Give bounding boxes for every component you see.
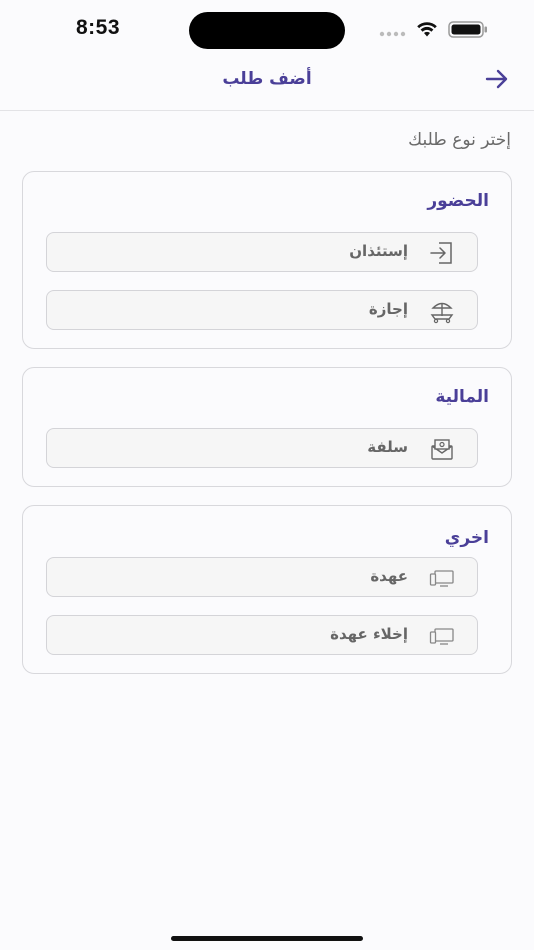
devices-icon (429, 570, 454, 587)
section-finance: المالية سلفة (22, 367, 512, 487)
item-label: عهدة (370, 567, 408, 585)
home-indicator (171, 936, 363, 941)
status-bar: 8:53 (0, 0, 534, 60)
wifi-icon (417, 22, 437, 37)
beach-umbrella-icon (430, 302, 454, 324)
item-label: سلفة (367, 438, 408, 456)
battery-icon (448, 21, 487, 38)
money-envelope-icon (431, 439, 453, 460)
request-item-advance[interactable]: سلفة (46, 428, 478, 468)
section-title: الحضور (427, 191, 489, 211)
request-item-vacation[interactable]: إجازة (46, 290, 478, 330)
status-time: 8:53 (76, 16, 121, 39)
request-item-custody-release[interactable]: إخلاء عهدة (46, 615, 478, 655)
dynamic-island (189, 12, 345, 49)
devices-icon (429, 628, 454, 645)
section-title: المالية (435, 387, 489, 407)
page-title: أضف طلب (222, 69, 312, 89)
navigation-bar: أضف طلب (0, 60, 534, 111)
request-item-custody[interactable]: عهدة (46, 557, 478, 597)
section-title: اخري (444, 528, 489, 548)
item-label: إخلاء عهدة (330, 625, 408, 643)
request-type-prompt: إختر نوع طلبك (408, 130, 511, 150)
sign-in-icon (430, 242, 452, 264)
section-attendance: الحضور إستئذان إجازة (22, 171, 512, 349)
section-other: اخري عهدة إخلاء عهدة (22, 505, 512, 674)
arrow-right-icon[interactable] (484, 68, 510, 90)
cellular-signal-icon (379, 31, 406, 37)
item-label: إستئذان (349, 242, 408, 260)
request-item-permission[interactable]: إستئذان (46, 232, 478, 272)
item-label: إجازة (368, 300, 408, 318)
